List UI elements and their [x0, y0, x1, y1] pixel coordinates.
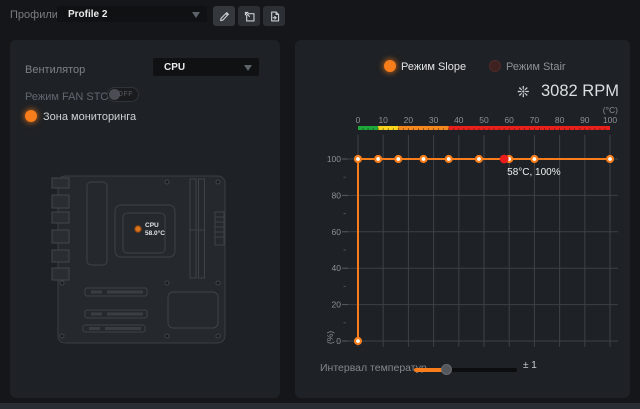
x-tick-label: 100 [603, 115, 617, 125]
current-point-annotation: 58°C, 100% [507, 167, 561, 178]
x-tick-label: 0 [356, 115, 361, 125]
x-tick-label: 30 [429, 115, 439, 125]
cpu-zone-label: CPU [145, 222, 159, 229]
interval-label: Интервал температур [320, 362, 427, 374]
curve-point[interactable] [476, 156, 482, 162]
mode-slope-radio[interactable] [384, 60, 396, 72]
pencil-icon [218, 10, 231, 23]
profile-dropdown-value: Profile 2 [57, 9, 107, 20]
current-temp-marker [500, 155, 509, 164]
monitoring-zone-radio[interactable] [25, 110, 37, 122]
toggle-state-label: OFF [118, 91, 134, 98]
x-unit-label: (°C) [603, 105, 618, 115]
x-tick-label: 40 [454, 115, 464, 125]
mode-slope-label: Режим Slope [401, 61, 466, 73]
interval-slider-track[interactable] [414, 368, 517, 372]
fan-snowflake-icon: ❊ [517, 83, 530, 101]
curve-point[interactable] [355, 156, 361, 162]
chevron-down-icon [244, 65, 252, 71]
y-tick-label: 20 [332, 300, 342, 310]
fan-dropdown-value: CPU [153, 62, 185, 73]
curve-point[interactable] [421, 156, 427, 162]
y-unit-label: (%) [325, 331, 335, 344]
fan-rpm-value: 3082 RPM [541, 82, 619, 101]
y-tick-label: 40 [332, 263, 342, 273]
fan-curve-panel: Режим Slope Режим Stair ❊ 3082 RPM 0 10 20… [295, 40, 630, 398]
window-bottom-strip [0, 403, 640, 409]
export-icon [243, 10, 256, 23]
fan-dropdown[interactable]: CPU [153, 58, 259, 76]
profile-dropdown[interactable]: Profile 2 [57, 6, 207, 22]
fan-stop-toggle[interactable]: OFF [107, 87, 139, 102]
cpu-zone-temp: 58.0°C [145, 229, 165, 237]
import-file-icon [268, 10, 281, 23]
fan-curve-chart[interactable]: 0102030405060708090100020406080100(°C)(%… [325, 104, 625, 356]
chevron-down-icon [192, 12, 200, 18]
fan-label: Вентилятор [25, 64, 85, 76]
curve-point[interactable] [607, 156, 613, 162]
cpu-temp-marker[interactable] [135, 226, 141, 232]
fan-stop-label: Режим FAN STOP [25, 91, 116, 103]
x-tick-label: 20 [404, 115, 414, 125]
export-profile-button[interactable] [238, 6, 260, 26]
y-tick-label: 60 [332, 227, 342, 237]
import-profile-button[interactable] [263, 6, 285, 26]
topbar: Профили Profile 2 [0, 0, 640, 32]
x-tick-label: 80 [555, 115, 565, 125]
mode-stair-radio[interactable] [489, 60, 501, 72]
curve-point[interactable] [531, 156, 537, 162]
edit-profile-button[interactable] [213, 6, 235, 26]
curve-point[interactable] [375, 156, 381, 162]
curve-point[interactable] [395, 156, 401, 162]
y-tick-label: 0 [336, 336, 341, 346]
y-tick-label: 80 [332, 190, 342, 200]
fan-settings-panel: Вентилятор CPU Режим FAN STOP OFF Зона м… [10, 40, 280, 398]
mode-stair-label: Режим Stair [506, 61, 566, 73]
curve-point[interactable] [355, 338, 361, 344]
curve-point[interactable] [446, 156, 452, 162]
x-tick-label: 90 [580, 115, 590, 125]
interval-value: ± 1 [523, 360, 537, 371]
monitoring-zone-label: Зона мониторинга [43, 111, 136, 123]
app-window: Профили Profile 2 Вентилятор CPU Реж [0, 0, 640, 409]
motherboard-graphic: CPU 58.0°C [50, 174, 240, 348]
profiles-label: Профили [10, 9, 58, 21]
x-tick-label: 10 [378, 115, 388, 125]
x-tick-label: 50 [479, 115, 489, 125]
x-tick-label: 60 [504, 115, 514, 125]
x-tick-label: 70 [530, 115, 540, 125]
y-tick-label: 100 [327, 154, 341, 164]
interval-slider-knob[interactable] [441, 364, 452, 375]
